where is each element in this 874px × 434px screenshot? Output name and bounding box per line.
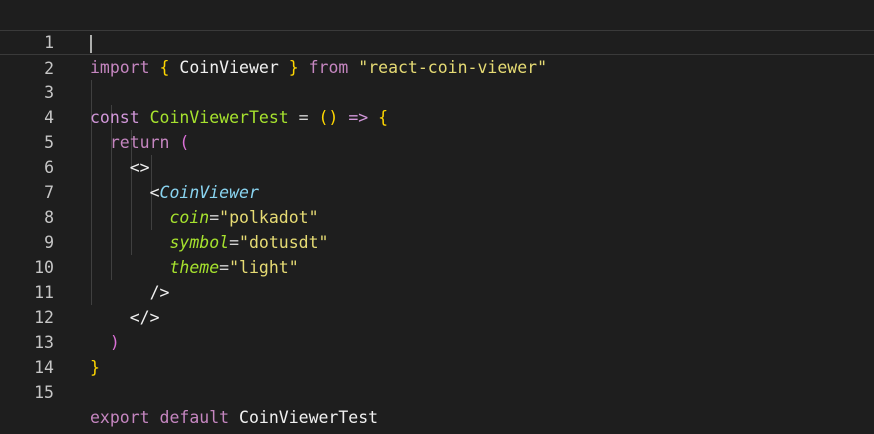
code-line-15[interactable]: 15 export default CoinViewerTest [0, 355, 874, 427]
code-line-5[interactable]: 5 <> [0, 105, 874, 177]
code-line-1[interactable]: 1 import { CoinViewer } from "react-coin… [0, 5, 874, 77]
code-line-3[interactable]: 3 const CoinViewerTest = () => { [0, 55, 874, 127]
line-number: 15 [34, 383, 54, 402]
code-line-11[interactable]: 11 </> [0, 255, 874, 327]
code-line-6[interactable]: 6 <CoinViewer [0, 130, 874, 202]
keyword-export: export [90, 408, 150, 427]
code-line-7[interactable]: 7 coin="polkadot" [0, 155, 874, 227]
code-line-8[interactable]: 8 symbol="dotusdt" [0, 180, 874, 252]
code-line-13[interactable]: 13 } [0, 305, 874, 377]
code-line-10[interactable]: 10 /> [0, 230, 874, 302]
code-line-12[interactable]: 12 ) [0, 280, 874, 352]
identifier: CoinViewerTest [239, 408, 379, 427]
code-line-4[interactable]: 4 return ( [0, 80, 874, 152]
text-cursor [90, 35, 92, 53]
keyword-default: default [159, 408, 230, 427]
code-editor[interactable]: 1 import { CoinViewer } from "react-coin… [0, 0, 874, 434]
code-line-14[interactable]: 14 [0, 330, 874, 377]
code-line-2[interactable]: 2 [0, 30, 874, 78]
code-line-9[interactable]: 9 theme="light" [0, 205, 874, 277]
